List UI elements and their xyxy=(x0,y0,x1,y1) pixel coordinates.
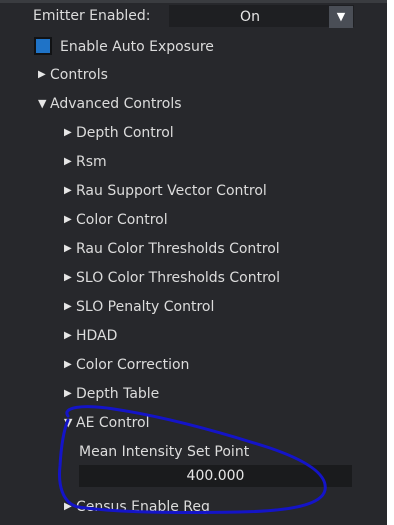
tree-item-label: SLO Penalty Control xyxy=(76,299,215,315)
right-border xyxy=(387,0,394,525)
tree-item-rau-color-thresholds-control[interactable]: ▶ Rau Color Thresholds Control xyxy=(64,238,280,260)
tree-item-label: Rau Support Vector Control xyxy=(76,183,267,199)
collapsed-arrow-icon: ▶ xyxy=(64,127,72,138)
expanded-arrow-icon: ▼ xyxy=(38,97,47,110)
tree-item-label: SLO Color Thresholds Control xyxy=(76,270,281,286)
tree-item-label: AE Control xyxy=(76,415,150,431)
collapsed-arrow-icon: ▶ xyxy=(38,69,46,80)
mean-intensity-input[interactable]: 400.000 xyxy=(79,465,352,487)
collapsed-arrow-icon: ▶ xyxy=(64,156,72,167)
collapsed-arrow-icon: ▶ xyxy=(64,330,72,341)
collapsed-arrow-icon: ▶ xyxy=(64,272,72,283)
emitter-enabled-label: Emitter Enabled: xyxy=(33,8,151,24)
collapsed-arrow-icon: ▶ xyxy=(64,243,72,254)
tree-item-rsm[interactable]: ▶ Rsm xyxy=(64,151,107,173)
tree-item-depth-control[interactable]: ▶ Depth Control xyxy=(64,122,174,144)
emitter-enabled-value: On xyxy=(240,9,260,25)
collapsed-arrow-icon: ▶ xyxy=(64,301,72,312)
tree-item-slo-penalty-control[interactable]: ▶ SLO Penalty Control xyxy=(64,296,214,318)
tree-item-label: Color Correction xyxy=(76,357,190,373)
collapsed-arrow-icon: ▶ xyxy=(64,501,72,512)
tree-item-advanced-controls[interactable]: ▼ Advanced Controls xyxy=(38,93,182,115)
tree-item-color-correction[interactable]: ▶ Color Correction xyxy=(64,354,189,376)
chevron-down-icon[interactable]: ▼ xyxy=(329,6,353,28)
collapsed-arrow-icon: ▶ xyxy=(64,185,72,196)
checkbox-checked-indicator xyxy=(36,39,50,53)
tree-item-label: Depth Control xyxy=(76,125,174,141)
tree-item-label: Color Control xyxy=(76,212,168,228)
tree-item-label: Census Enable Reg xyxy=(76,499,210,515)
mean-intensity-value: 400.000 xyxy=(186,468,245,484)
tree-item-slo-color-thresholds-control[interactable]: ▶ SLO Color Thresholds Control xyxy=(64,267,280,289)
settings-panel: Emitter Enabled: On ▼ Enable Auto Exposu… xyxy=(0,0,394,525)
collapsed-arrow-icon: ▶ xyxy=(64,359,72,370)
tree-item-label: HDAD xyxy=(76,328,118,344)
expanded-arrow-icon: ▼ xyxy=(64,416,73,429)
auto-exposure-label: Enable Auto Exposure xyxy=(60,39,214,55)
tree-item-ae-control[interactable]: ▼ AE Control xyxy=(64,412,149,434)
tree-item-depth-table[interactable]: ▶ Depth Table xyxy=(64,383,159,405)
collapsed-arrow-icon: ▶ xyxy=(64,214,72,225)
tree-item-label: Rsm xyxy=(76,154,107,170)
tree-item-hdad[interactable]: ▶ HDAD xyxy=(64,325,117,347)
auto-exposure-checkbox[interactable] xyxy=(34,37,52,55)
collapsed-arrow-icon: ▶ xyxy=(64,388,72,399)
tree-item-label: Controls xyxy=(50,67,108,83)
tree-item-label: Advanced Controls xyxy=(50,96,182,112)
tree-item-rau-support-vector-control[interactable]: ▶ Rau Support Vector Control xyxy=(64,180,267,202)
tree-item-color-control[interactable]: ▶ Color Control xyxy=(64,209,168,231)
tree-item-label: Depth Table xyxy=(76,386,160,402)
emitter-enabled-dropdown[interactable]: On ▼ xyxy=(169,5,354,28)
tree-item-census-enable-reg[interactable]: ▶ Census Enable Reg xyxy=(64,496,210,518)
mean-intensity-label: Mean Intensity Set Point xyxy=(79,444,250,460)
tree-item-label: Rau Color Thresholds Control xyxy=(76,241,280,257)
top-strip xyxy=(0,0,387,3)
tree-item-controls[interactable]: ▶ Controls xyxy=(38,64,108,86)
